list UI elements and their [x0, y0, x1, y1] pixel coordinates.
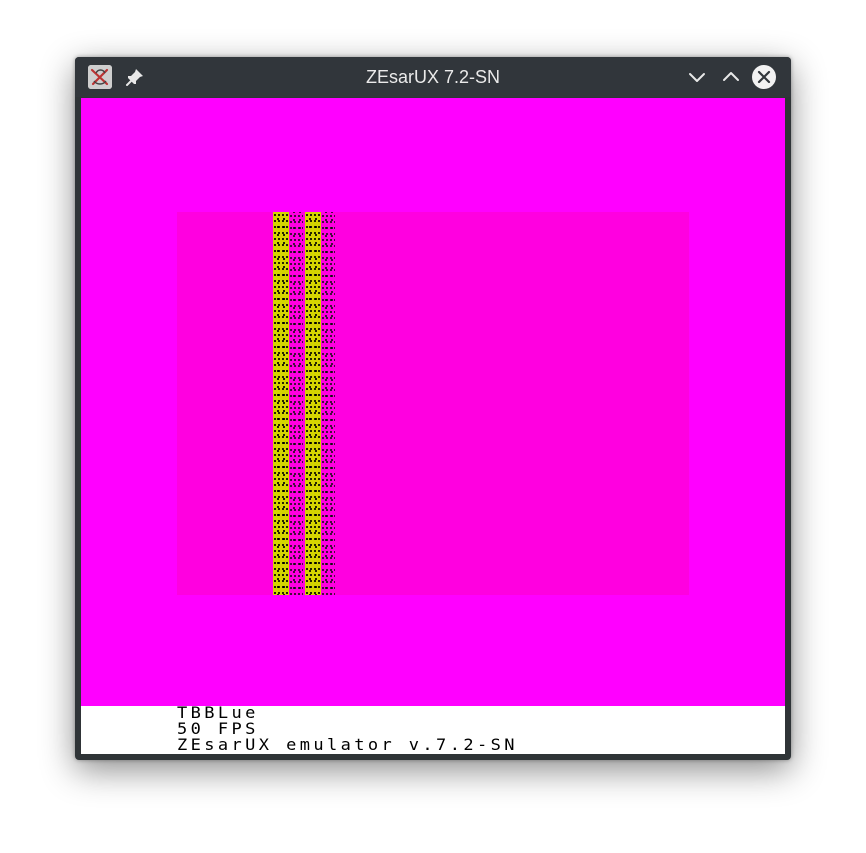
machine-label: TBBLue — [177, 704, 259, 723]
yellow-dotted-bar — [273, 212, 289, 595]
pin-icon[interactable] — [124, 66, 146, 88]
close-button[interactable] — [751, 64, 777, 90]
emulator-display[interactable] — [81, 98, 785, 706]
app-icon[interactable] — [88, 65, 112, 89]
chevron-down-icon — [689, 73, 705, 82]
close-icon — [752, 65, 776, 89]
dotted-column — [321, 212, 335, 595]
status-footer: TBBLue 50 FPS ZEsarUX emulator v.7.2-SN — [81, 706, 785, 754]
dotted-column — [289, 212, 303, 595]
title-bar[interactable]: ZEsarUX 7.2-SN — [75, 57, 791, 97]
chevron-up-icon — [723, 72, 739, 81]
fps-label: 50 FPS — [177, 720, 259, 739]
screen-paper-area — [177, 212, 689, 595]
minimize-button[interactable] — [684, 64, 710, 90]
version-label: ZEsarUX emulator v.7.2-SN — [177, 736, 518, 755]
yellow-dotted-bar — [305, 212, 321, 595]
emulator-window: ZEsarUX 7.2-SN TBBLue 50 FPS ZEsarUX emu… — [75, 57, 791, 760]
maximize-button[interactable] — [718, 64, 744, 90]
